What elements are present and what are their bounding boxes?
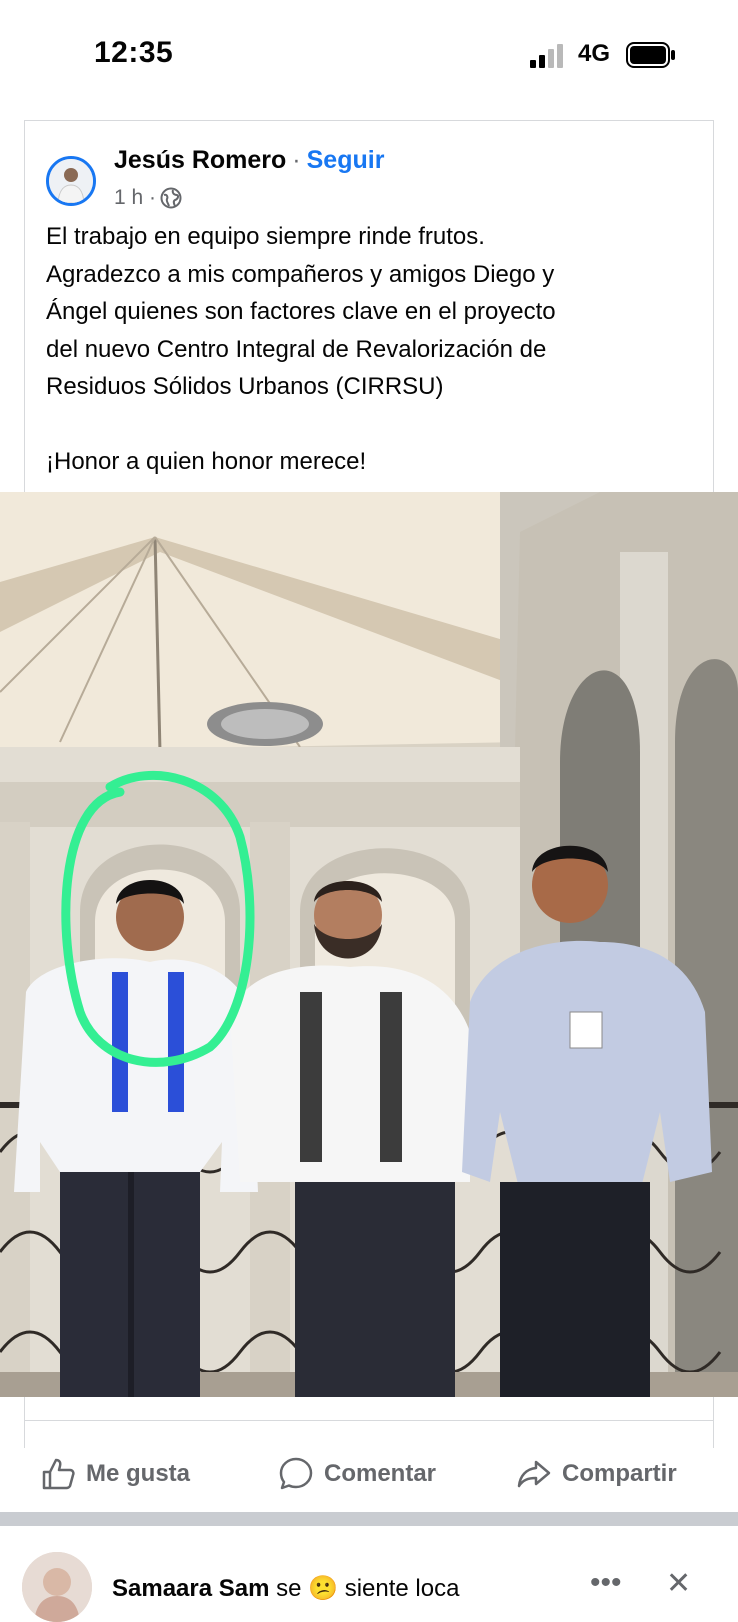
post-text-line: Ángel quienes son factores clave en el p… <box>46 298 556 325</box>
post-text-line: Residuos Sólidos Urbanos (CIRRSU) <box>46 373 444 400</box>
next-post-avatar[interactable] <box>22 1552 92 1622</box>
share-label: Compartir <box>562 1460 677 1487</box>
like-button[interactable]: Me gusta <box>40 1448 190 1500</box>
post-timestamp[interactable]: 1 h · <box>114 186 156 210</box>
post-body: El trabajo en equipo siempre rinde fruto… <box>46 218 686 480</box>
post-text-line: Agradezco a mis compañeros y amigos Dieg… <box>46 260 555 288</box>
battery-icon <box>626 42 675 68</box>
author-avatar[interactable] <box>46 156 96 206</box>
comment-button[interactable]: Comentar <box>278 1448 436 1500</box>
post-text-line: El trabajo en equipo siempre rinde fruto… <box>46 223 485 250</box>
next-post-author[interactable]: Samaara Sam <box>112 1575 269 1602</box>
signal-icon <box>530 44 563 68</box>
post-header: Jesús Romero · Seguir <box>114 146 384 175</box>
follow-button[interactable]: Seguir <box>307 146 385 174</box>
avatar-image <box>49 159 93 203</box>
next-post-header: Samaara Sam se 😕 siente loca <box>112 1574 459 1603</box>
share-button[interactable]: Compartir <box>516 1448 677 1500</box>
close-icon[interactable]: ✕ <box>666 1566 691 1601</box>
comment-label: Comentar <box>324 1460 437 1487</box>
post-text-line: del nuevo Centro Integral de Revalorizac… <box>46 335 547 363</box>
network-label: 4G <box>578 40 611 67</box>
more-options-icon[interactable]: ••• <box>590 1566 622 1600</box>
thumbs-up-icon <box>42 1458 75 1490</box>
author-name[interactable]: Jesús Romero <box>114 146 286 174</box>
actions-divider <box>24 1420 714 1421</box>
clock: 12:35 <box>94 36 174 69</box>
feed-separator <box>0 1512 738 1526</box>
post-closing-line: ¡Honor a quien honor merece! <box>46 447 367 475</box>
header-separator: · <box>292 146 301 174</box>
next-avatar-image <box>22 1552 92 1622</box>
post-meta: 1 h · <box>114 186 182 210</box>
next-post-text: se 😕 siente loca <box>276 1575 460 1602</box>
status-bar: 12:35 4G <box>0 0 738 110</box>
post-photo[interactable] <box>0 492 738 1397</box>
group-photo-image <box>0 492 738 1397</box>
like-label: Me gusta <box>86 1460 191 1487</box>
globe-icon <box>160 187 182 209</box>
share-arrow-icon <box>517 1460 551 1488</box>
comment-bubble-icon <box>279 1457 313 1490</box>
